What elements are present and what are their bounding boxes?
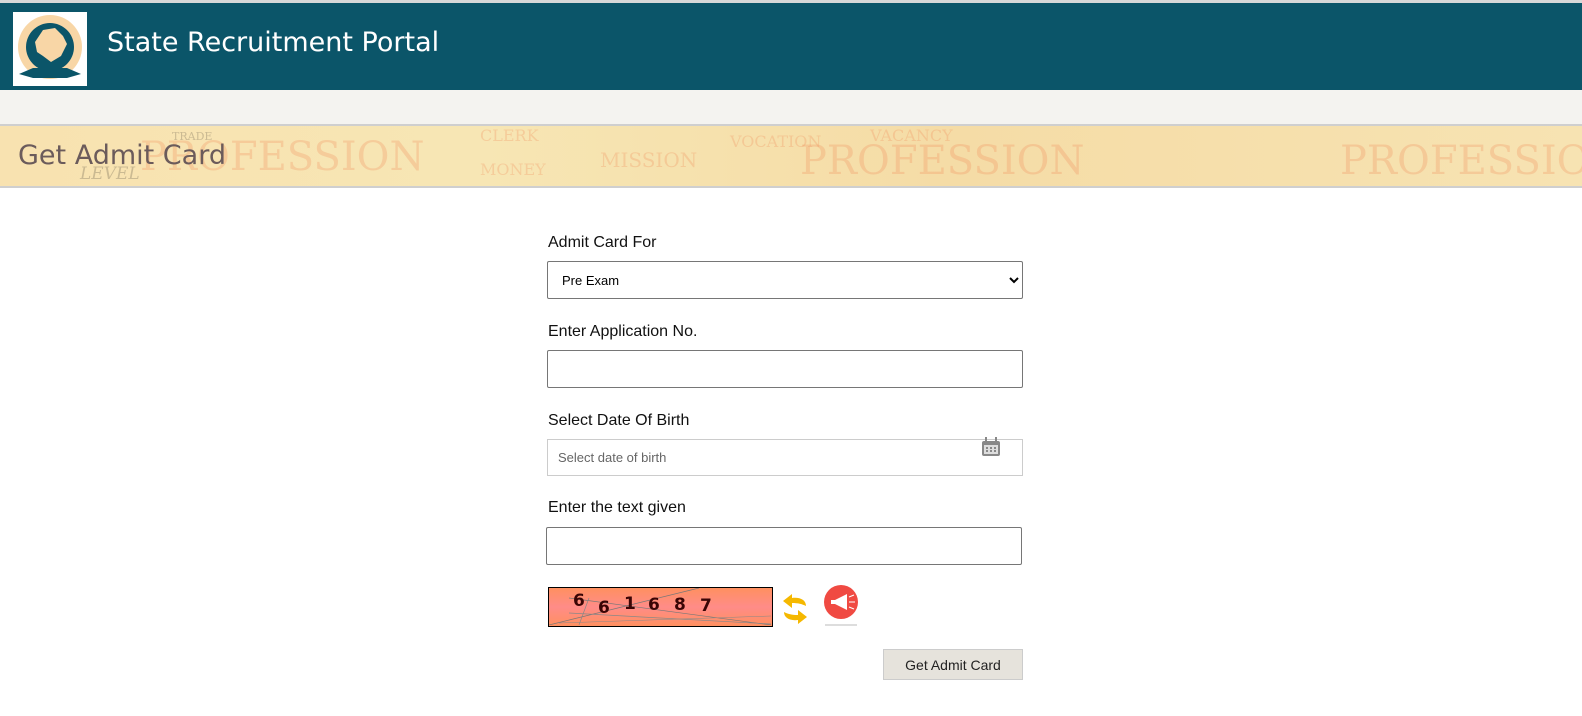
banner-word: CLERK bbox=[480, 126, 539, 145]
calendar-icon[interactable] bbox=[981, 437, 1001, 457]
application-no-label: Enter Application No. bbox=[548, 323, 698, 340]
captcha-char: 6 bbox=[598, 598, 610, 618]
captcha-input[interactable] bbox=[546, 527, 1022, 565]
banner-word: MISSION bbox=[600, 148, 698, 172]
page-title: Get Admit Card bbox=[18, 140, 226, 171]
banner-word: VOCATION bbox=[730, 132, 822, 151]
banner-word: VACANCY bbox=[870, 126, 953, 145]
page-banner: PROFESSION PROFESSION PROFESSION VOCATIO… bbox=[0, 124, 1582, 188]
captcha-char: 6 bbox=[648, 595, 660, 615]
banner-word: PROFESSION bbox=[1340, 138, 1582, 184]
dob-label: Select Date Of Birth bbox=[548, 412, 690, 429]
application-no-input[interactable] bbox=[547, 350, 1023, 388]
captcha-char: 1 bbox=[624, 594, 636, 614]
admit-card-for-select[interactable]: Pre Exam bbox=[547, 261, 1023, 299]
portal-logo[interactable] bbox=[13, 12, 87, 86]
refresh-icon[interactable] bbox=[780, 592, 810, 626]
captcha-image: 6 6 1 6 8 7 bbox=[548, 587, 773, 627]
get-admit-card-button[interactable]: Get Admit Card bbox=[883, 649, 1023, 680]
captcha-char: 7 bbox=[700, 596, 712, 616]
site-header: State Recruitment Portal bbox=[0, 3, 1582, 90]
banner-word: MONEY bbox=[480, 160, 546, 179]
dob-input[interactable] bbox=[547, 439, 1023, 476]
captcha-label: Enter the text given bbox=[548, 499, 686, 516]
nav-bar bbox=[0, 90, 1582, 124]
captcha-char: 6 bbox=[573, 591, 585, 611]
megaphone-icon[interactable] bbox=[823, 585, 859, 627]
site-title: State Recruitment Portal bbox=[107, 27, 440, 58]
admit-card-for-label: Admit Card For bbox=[548, 234, 657, 251]
captcha-char: 8 bbox=[674, 595, 686, 615]
